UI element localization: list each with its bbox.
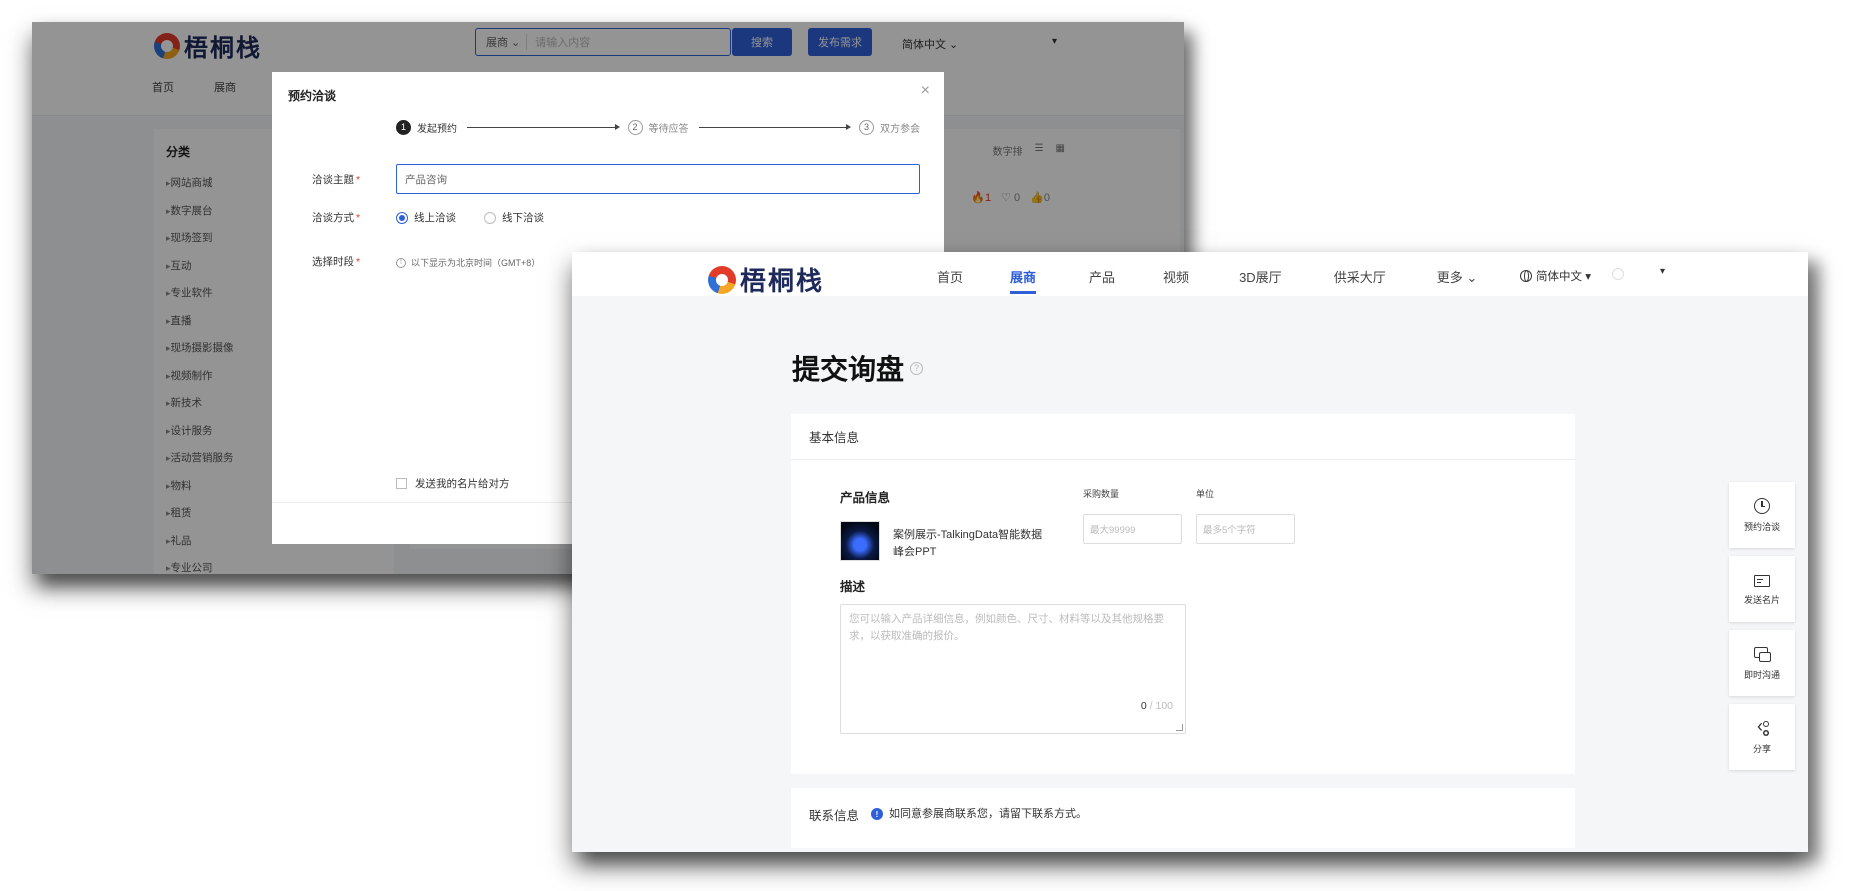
resize-handle-icon[interactable] — [1176, 724, 1183, 731]
topic-label-text: 洽谈主题 — [312, 174, 354, 186]
info-icon: ! — [871, 808, 884, 820]
checkbox-label: 发送我的名片给对方 — [415, 478, 510, 490]
section-heading: 基本信息 — [791, 414, 1575, 460]
card-icon — [1754, 574, 1770, 587]
page-title: 提交询盘 ? — [792, 348, 924, 388]
step-meeting: 3 双方参会 — [859, 119, 920, 135]
radio-online[interactable]: 线上洽谈 — [396, 210, 456, 225]
modal-title: 预约洽谈 — [288, 89, 337, 103]
step-number: 1 — [396, 119, 411, 135]
language-label: 简体中文 ▾ — [1536, 271, 1591, 283]
step-label: 发起预约 — [417, 123, 457, 135]
time-label: 选择时段 * — [312, 254, 360, 269]
page-title-text: 提交询盘 — [792, 353, 905, 386]
front-screenshot: 梧桐栈 首页 展商 产品 视频 3D展厅 供采大厅 更多 ⌄ 简体中文 ▾ ▾ … — [572, 252, 1808, 852]
nav-item-more[interactable]: 更多 ⌄ — [1437, 267, 1478, 297]
step-connector — [698, 123, 851, 130]
radio-dot — [484, 211, 496, 224]
topic-input[interactable]: 产品咨询 — [396, 164, 920, 194]
step-waiting: 2 等待应答 — [627, 119, 689, 135]
timezone-text: 以下显示为北京时间（GMT+8） — [411, 258, 541, 268]
side-toolbar: 预约洽谈 发送名片 即时沟通 分享 — [1729, 482, 1795, 778]
info-icon: ! — [396, 257, 406, 268]
close-icon[interactable]: × — [921, 82, 930, 100]
unit-label: 单位 — [1196, 489, 1215, 499]
main-nav: 首页 展商 产品 视频 3D展厅 供采大厅 更多 ⌄ — [937, 267, 1477, 297]
tool-label: 预约洽谈 — [1743, 521, 1780, 532]
method-radio-group: 线上洽谈 线下洽谈 — [396, 210, 544, 225]
required-mark: * — [356, 256, 361, 268]
nav-item-videos[interactable]: 视频 — [1163, 267, 1189, 297]
logo-icon — [708, 265, 736, 294]
description-textarea[interactable]: 您可以输入产品详细信息，例如颜色、尺寸、材料等以及其他规格要求，以获取准确的报价… — [840, 604, 1186, 734]
step-number: 3 — [859, 119, 874, 135]
product-thumbnail — [840, 521, 880, 561]
topic-label: 洽谈主题 * — [312, 172, 360, 187]
char-count-current: 0 — [1140, 700, 1147, 712]
time-label-text: 选择时段 — [312, 256, 354, 268]
contact-note: 如同意参展商联系您，请留下联系方式。 — [889, 808, 1088, 820]
avatar[interactable] — [1612, 268, 1624, 280]
user-menu-caret[interactable]: ▾ — [1660, 266, 1665, 277]
checkbox-box[interactable] — [396, 478, 407, 489]
language-select[interactable]: 简体中文 ▾ — [1520, 268, 1591, 284]
step-label: 等待应答 — [648, 123, 689, 135]
quantity-input[interactable]: 最大99999 — [1083, 514, 1182, 544]
contact-info-panel: 联系信息 ! 如同意参展商联系您，请留下联系方式。 — [791, 788, 1575, 848]
product-info-label: 产品信息 — [840, 491, 891, 505]
nav-item-sourcing[interactable]: 供采大厅 — [1334, 267, 1386, 297]
radio-dot — [396, 211, 408, 224]
step-number: 2 — [627, 119, 643, 135]
nav-item-products[interactable]: 产品 — [1089, 267, 1115, 297]
radio-offline[interactable]: 线下洽谈 — [484, 210, 544, 225]
tool-share[interactable]: 分享 — [1729, 704, 1795, 770]
step-label: 双方参会 — [880, 123, 920, 135]
tool-label: 发送名片 — [1743, 594, 1780, 605]
tool-label: 即时沟通 — [1743, 669, 1780, 680]
unit-input[interactable]: 最多5个字符 — [1196, 514, 1295, 544]
clock-icon — [1754, 497, 1770, 514]
nav-item-3d-hall[interactable]: 3D展厅 — [1239, 267, 1282, 297]
radio-label: 线下洽谈 — [502, 212, 544, 224]
char-counter: 0 / 100 — [1141, 698, 1173, 715]
tool-schedule-meeting[interactable]: 预约洽谈 — [1729, 482, 1795, 548]
front-body: 提交询盘 ? 基本信息 产品信息 采购数量 单位 案例展示-TalkingDat… — [572, 296, 1808, 852]
chat-icon — [1754, 646, 1771, 662]
product-name: 案例展示-TalkingData智能数据峰会PPT — [893, 529, 1043, 558]
char-count-max: / 100 — [1149, 700, 1173, 712]
share-icon — [1754, 716, 1770, 737]
nav-item-exhibitors[interactable]: 展商 — [1010, 267, 1037, 297]
step-connector — [467, 123, 619, 130]
description-label: 描述 — [840, 580, 866, 594]
help-icon[interactable]: ? — [910, 361, 924, 375]
globe-icon — [1520, 270, 1532, 282]
tool-instant-chat[interactable]: 即时沟通 — [1729, 630, 1795, 696]
description-placeholder: 您可以输入产品详细信息，例如颜色、尺寸、材料等以及其他规格要求，以获取准确的报价… — [849, 613, 1164, 642]
front-logo[interactable]: 梧桐栈 — [708, 261, 824, 298]
section-heading: 联系信息 — [809, 809, 860, 823]
basic-info-panel: 基本信息 产品信息 采购数量 单位 案例展示-TalkingData智能数据峰会… — [791, 414, 1575, 774]
timezone-note: ! 以下显示为北京时间（GMT+8） — [396, 256, 540, 269]
front-header: 梧桐栈 首页 展商 产品 视频 3D展厅 供采大厅 更多 ⌄ 简体中文 ▾ ▾ — [572, 252, 1808, 298]
required-mark: * — [356, 212, 361, 224]
required-mark: * — [356, 174, 361, 186]
logo-text: 梧桐栈 — [740, 267, 825, 297]
progress-steps: 1 发起预约 2 等待应答 3 双方参会 — [396, 116, 920, 138]
send-card-checkbox[interactable]: 发送我的名片给对方 — [396, 476, 510, 491]
nav-item-home[interactable]: 首页 — [937, 267, 963, 297]
method-label-text: 洽谈方式 — [312, 212, 354, 224]
radio-label: 线上洽谈 — [414, 212, 456, 224]
tool-label: 分享 — [1752, 743, 1771, 754]
tool-send-card[interactable]: 发送名片 — [1729, 556, 1795, 622]
step-initiate: 1 发起预约 — [396, 119, 457, 135]
method-label: 洽谈方式 * — [312, 210, 360, 225]
quantity-label: 采购数量 — [1083, 489, 1120, 499]
